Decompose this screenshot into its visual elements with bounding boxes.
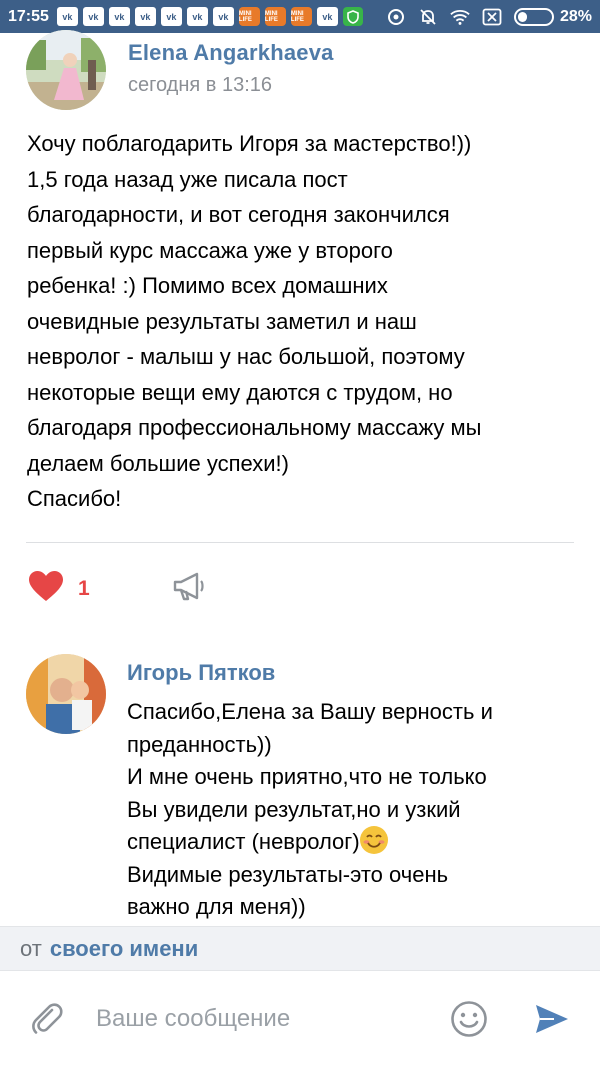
comment-text-part: Видимые результаты-это очень важно для м…: [127, 861, 449, 920]
mini-life-notification-icon: MINI LIFE: [264, 7, 286, 26]
vk-notification-icon: vk: [160, 7, 182, 26]
status-time: 17:55: [8, 7, 49, 25]
vk-notification-icon: vk: [56, 7, 78, 26]
sim-off-icon: [482, 7, 502, 27]
battery-indicator: 28%: [513, 7, 592, 26]
wifi-icon: [450, 7, 470, 27]
mini-life-notification-icon: MINI LIFE: [290, 7, 312, 26]
commenter-name[interactable]: Игорь Пятков: [127, 660, 587, 686]
vk-notification-icon: vk: [108, 7, 130, 26]
heart-icon: [28, 570, 64, 607]
system-icons: 28%: [386, 7, 592, 27]
like-count: 1: [78, 576, 90, 600]
divider: [26, 542, 574, 543]
comment-text-part: Спасибо,Елена за Вашу верность и преданн…: [127, 699, 493, 854]
message-input[interactable]: [96, 1004, 436, 1033]
like-button[interactable]: 1: [28, 570, 90, 607]
status-bar: 17:55 vk vk vk vk vk vk vk MINI LIFE MIN…: [0, 0, 600, 33]
author-avatar[interactable]: [26, 30, 106, 110]
compose-bar: [0, 970, 600, 1066]
post-as-selector[interactable]: своего имени: [50, 936, 198, 962]
vk-notification-icon: vk: [82, 7, 104, 26]
comment: Игорь Пятков Спасибо,Елена за Вашу верно…: [26, 654, 587, 924]
post-as-label: от: [20, 935, 42, 961]
notification-icons: vk vk vk vk vk vk vk MINI LIFE MINI LIFE…: [56, 7, 363, 26]
post-header: Elena Angarkhaeva сегодня в 13:16: [26, 30, 334, 110]
share-button[interactable]: [172, 571, 206, 606]
sync-icon: [386, 7, 406, 27]
battery-icon: [513, 7, 554, 26]
battery-fill: [517, 11, 527, 22]
vk-notification-icon: vk: [212, 7, 234, 26]
post-as-bar: от своего имени: [0, 926, 600, 970]
post-actions: 1: [28, 570, 206, 607]
send-icon: [536, 1004, 568, 1033]
send-button[interactable]: [534, 1001, 570, 1037]
mini-life-notification-icon: MINI LIFE: [238, 7, 260, 26]
commenter-avatar[interactable]: [26, 654, 106, 734]
battery-percent: 28%: [559, 7, 592, 25]
shield-icon: [342, 7, 363, 26]
attach-button[interactable]: [30, 1002, 64, 1036]
megaphone-icon: [173, 572, 204, 601]
comment-text: Спасибо,Елена за Вашу верность и преданн…: [127, 696, 587, 924]
author-name[interactable]: Elena Angarkhaeva: [128, 40, 334, 66]
smiley-icon: [451, 1000, 487, 1037]
post-timestamp: сегодня в 13:16: [128, 74, 272, 96]
emoji-button[interactable]: [450, 1000, 488, 1038]
paperclip-icon: [32, 1002, 63, 1034]
post-text: Хочу поблагодарить Игоря за мастерство!)…: [27, 131, 482, 511]
vk-notification-icon: vk: [134, 7, 156, 26]
smile-emoji-icon: [359, 826, 388, 854]
mute-bell-icon: [418, 7, 438, 27]
vk-notification-icon: vk: [186, 7, 208, 26]
vk-notification-icon: vk: [316, 7, 338, 26]
